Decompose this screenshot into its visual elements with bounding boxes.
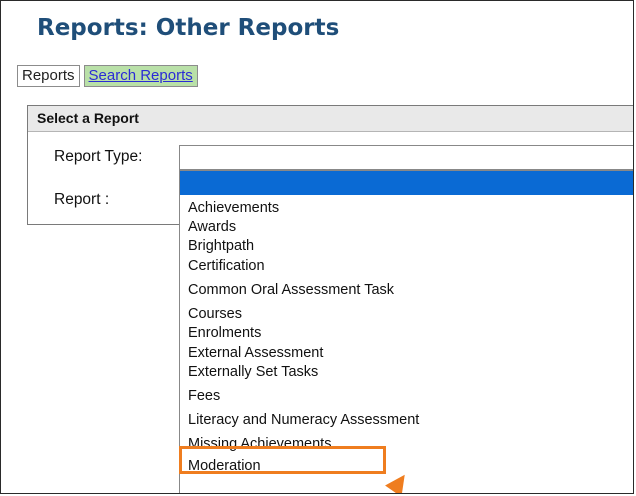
- dropdown-option[interactable]: Literacy and Numeracy Assessment: [188, 411, 419, 430]
- page-title: Reports: Other Reports: [37, 15, 340, 41]
- dropdown-option[interactable]: Courses: [188, 305, 242, 324]
- tab-search-reports[interactable]: Search Reports: [83, 65, 198, 87]
- dropdown-option[interactable]: External Assessment: [188, 344, 323, 363]
- dropdown-option[interactable]: Achievements: [188, 199, 279, 218]
- dropdown-option-blank-selected[interactable]: [180, 171, 633, 195]
- dropdown-option[interactable]: Common Oral Assessment Task: [188, 281, 394, 300]
- dropdown-option[interactable]: Enrolments: [188, 324, 261, 343]
- highlight-box: [179, 446, 386, 474]
- tab-bar: Reports Search Reports: [17, 65, 198, 87]
- report-type-label: Report Type:: [54, 148, 143, 165]
- tab-reports[interactable]: Reports: [17, 65, 80, 87]
- dropdown-option[interactable]: Externally Set Tasks: [188, 363, 318, 382]
- screen-frame: Reports: Other Reports Reports Search Re…: [0, 0, 634, 494]
- dropdown-option[interactable]: Fees: [188, 387, 220, 406]
- dropdown-option[interactable]: Awards: [188, 218, 236, 237]
- dropdown-option[interactable]: Certification: [188, 257, 265, 276]
- report-label: Report :: [54, 191, 110, 208]
- report-type-select[interactable]: [179, 145, 633, 170]
- panel-header: Select a Report: [28, 106, 633, 132]
- dropdown-option[interactable]: Brightpath: [188, 237, 254, 256]
